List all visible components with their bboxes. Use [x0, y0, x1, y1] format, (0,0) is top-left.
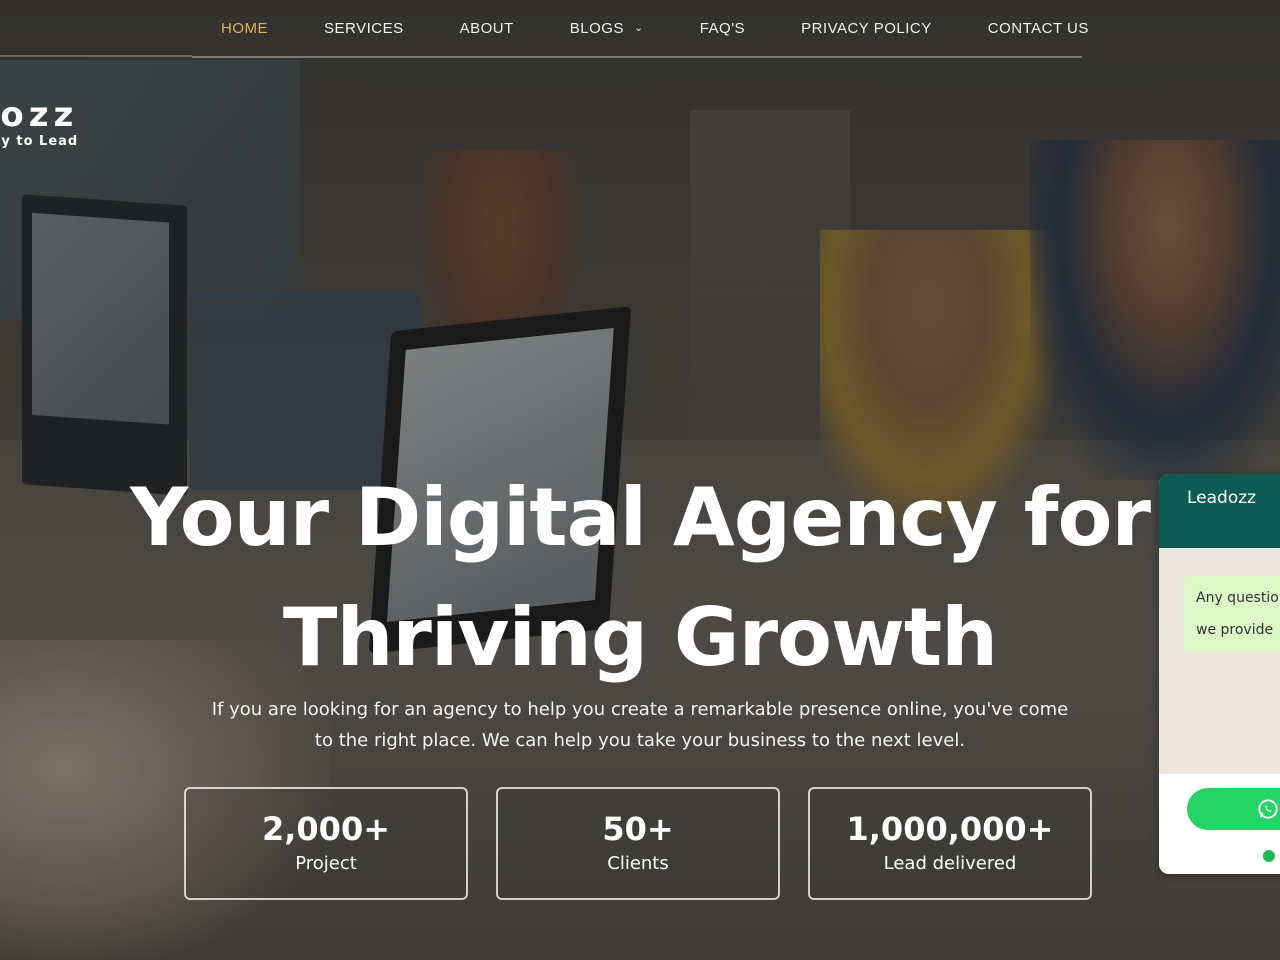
stat-label: Project: [295, 853, 357, 874]
chat-widget-body: Any questio we provide: [1159, 548, 1280, 774]
stat-label: Lead delivered: [883, 853, 1017, 874]
nav-divider: [0, 55, 192, 57]
hero-title: Your Digital Agency for Thriving Growth: [0, 458, 1280, 698]
hero-title-line2: Thriving Growth: [282, 591, 998, 684]
nav-item-contact-us[interactable]: CONTACT US: [988, 20, 1089, 37]
stat-value: 2,000+: [261, 810, 391, 848]
hero-subtitle-line1: If you are looking for an agency to help…: [211, 699, 1069, 720]
nav-item-faqs[interactable]: FAQ'S: [700, 20, 745, 37]
whatsapp-icon: [1258, 799, 1278, 819]
stats-row: 2,000+ Project 50+ Clients 1,000,000+ Le…: [184, 787, 1092, 900]
chat-message-bubble: Any questio we provide: [1184, 576, 1280, 652]
hero-subtitle-line2: to the right place. We can help you take…: [314, 730, 966, 751]
main-navigation: HOME SERVICES ABOUT BLOGS ⌄ FAQ'S PRIVACY…: [192, 0, 1088, 58]
chat-widget-header: Leadozz: [1159, 474, 1280, 548]
stat-label: Clients: [607, 853, 669, 874]
stat-card-projects: 2,000+ Project: [184, 787, 468, 900]
stat-value: 1,000,000+: [846, 810, 1054, 848]
nav-item-about[interactable]: ABOUT: [460, 20, 514, 37]
logo-wordmark: oozz: [0, 95, 79, 135]
whatsapp-chat-button[interactable]: [1187, 788, 1280, 830]
chat-widget[interactable]: Leadozz Any questio we provide: [1159, 474, 1280, 874]
online-status-dot: [1263, 850, 1275, 862]
chat-widget-title: Leadozz: [1187, 488, 1257, 508]
chevron-down-icon: ⌄: [633, 21, 644, 34]
nav-item-blogs[interactable]: BLOGS ⌄: [570, 20, 644, 37]
nav-item-privacy-policy[interactable]: PRIVACY POLICY: [801, 20, 932, 37]
nav-item-home[interactable]: HOME: [221, 20, 268, 37]
chat-widget-footer: [1159, 774, 1280, 874]
stat-card-clients: 50+ Clients: [496, 787, 780, 900]
stat-value: 50+: [602, 810, 674, 848]
hero-subtitle: If you are looking for an agency to help…: [180, 694, 1100, 756]
stat-card-leads: 1,000,000+ Lead delivered: [808, 787, 1092, 900]
nav-item-services[interactable]: SERVICES: [324, 20, 404, 37]
logo-tagline: ay to Lead: [0, 134, 79, 149]
hero-title-line1: Your Digital Agency for: [130, 471, 1151, 564]
site-logo[interactable]: oozz ay to Lead: [0, 98, 78, 149]
